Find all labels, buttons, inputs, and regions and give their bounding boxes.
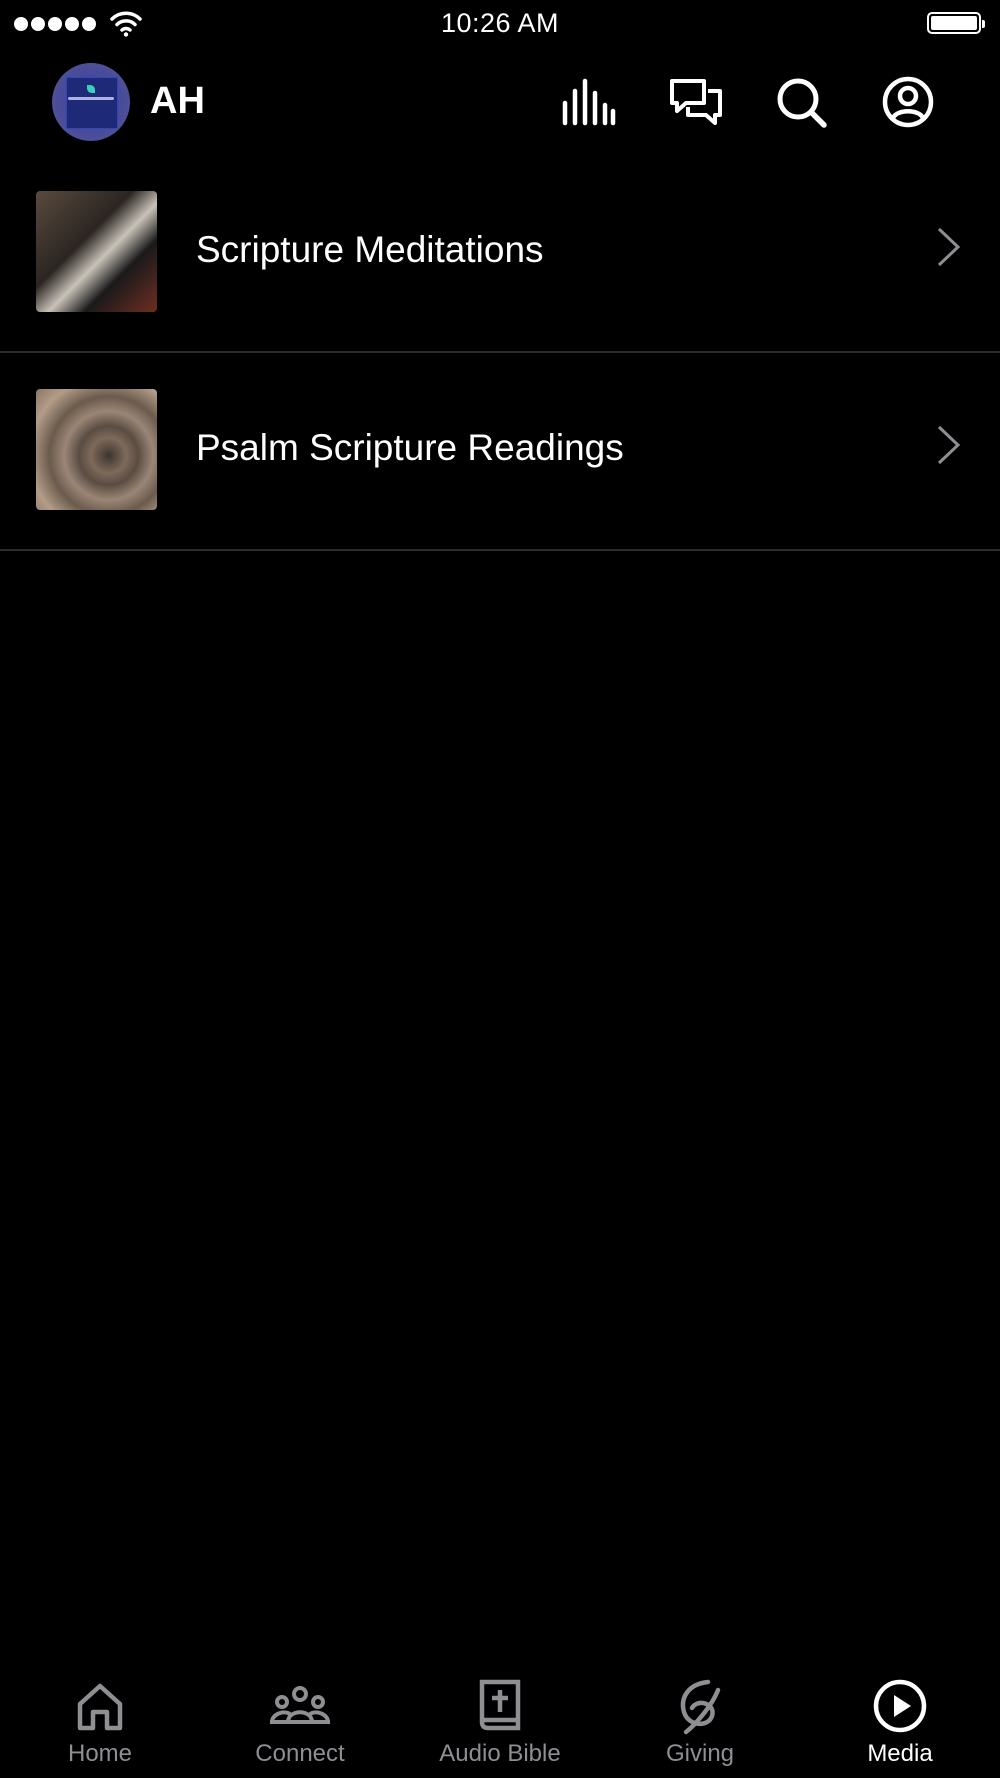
tab-connect[interactable]: Connect (200, 1660, 400, 1778)
bible-icon (468, 1676, 532, 1736)
status-bar: 10:26 AM (0, 0, 1000, 50)
tab-audio-bible[interactable]: Audio Bible (400, 1660, 600, 1778)
list-item-title: Scripture Meditations (196, 229, 544, 270)
play-circle-icon (868, 1676, 932, 1736)
people-icon (268, 1676, 332, 1736)
tab-label: Media (867, 1740, 933, 1767)
tab-media[interactable]: Media (800, 1660, 1000, 1778)
tab-home[interactable]: Home (0, 1660, 200, 1778)
tab-label: Giving (665, 1740, 735, 1767)
chevron-right-icon (934, 423, 962, 467)
tab-label: Home (67, 1740, 133, 1767)
thumbnail-image (36, 389, 157, 510)
chevron-right-icon (934, 225, 962, 269)
battery-icon (927, 12, 985, 34)
home-icon (68, 1676, 132, 1736)
list-item-psalm-scripture-readings[interactable]: Psalm Scripture Readings (0, 355, 1000, 551)
tab-giving[interactable]: Giving (600, 1660, 800, 1778)
status-time: 10:26 AM (440, 8, 560, 38)
org-logo-avatar[interactable] (52, 63, 130, 141)
giving-icon (668, 1676, 732, 1736)
search-icon[interactable] (774, 75, 830, 129)
audio-levels-icon[interactable] (560, 75, 616, 129)
chat-icon[interactable] (668, 75, 724, 129)
list-item-scripture-meditations[interactable]: Scripture Meditations (0, 157, 1000, 353)
tab-label: Audio Bible (439, 1740, 561, 1767)
thumbnail-image (36, 191, 157, 312)
app-header: AH (0, 50, 1000, 160)
tab-bar: Home Connect Audio Bible Giving Media (0, 1660, 1000, 1778)
list-item-title: Psalm Scripture Readings (196, 427, 624, 468)
org-initials: AH (150, 80, 205, 122)
account-icon[interactable] (880, 75, 936, 129)
tab-label: Connect (255, 1740, 345, 1767)
